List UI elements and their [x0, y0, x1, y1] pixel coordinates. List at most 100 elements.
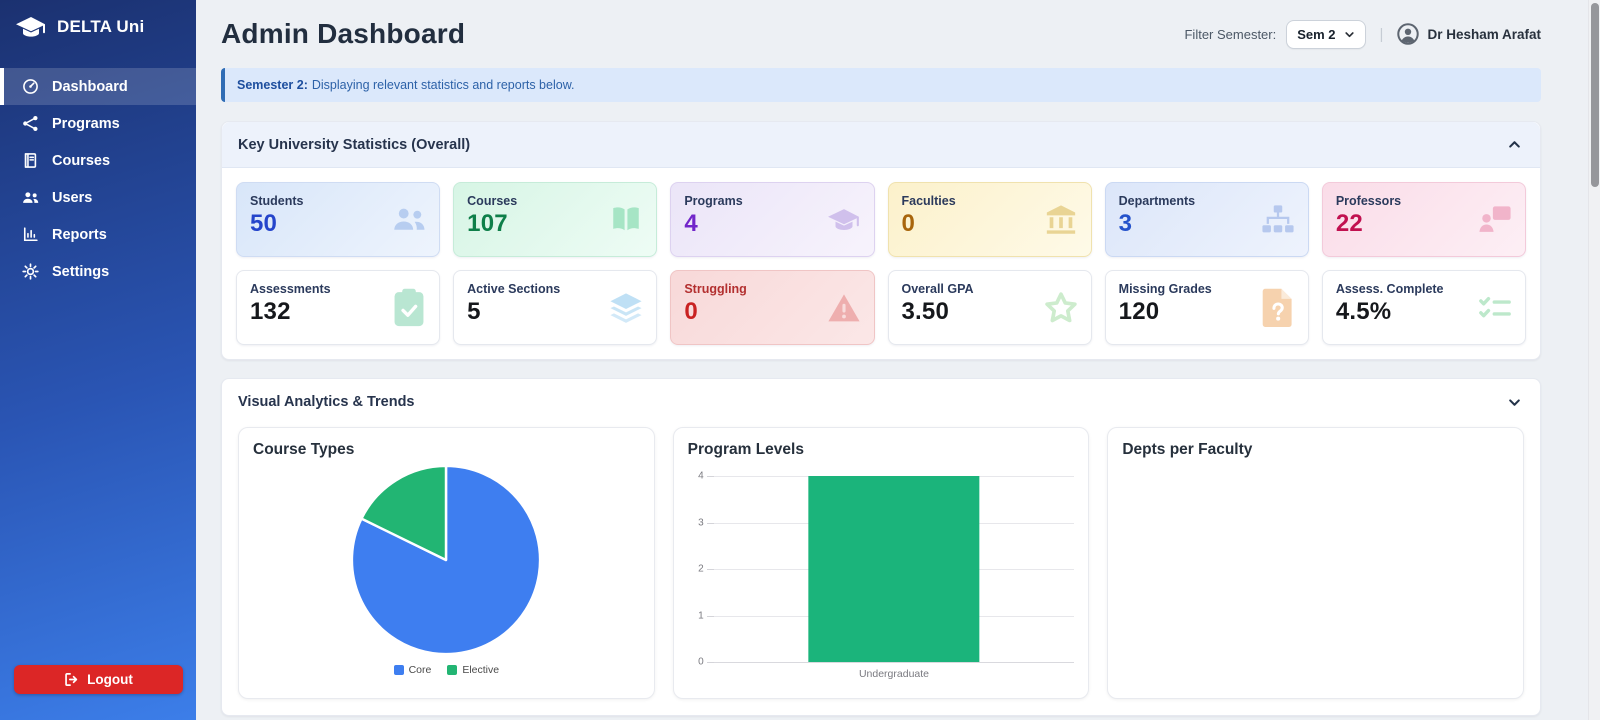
- logout-button[interactable]: Logout: [14, 665, 183, 694]
- book-icon: [22, 152, 39, 169]
- sidebar-item-programs[interactable]: Programs: [0, 105, 196, 142]
- bank-icon: [1044, 205, 1078, 235]
- stat-tile-professors: Professors22: [1322, 182, 1526, 257]
- semester-select-value: Sem 2: [1297, 27, 1335, 42]
- stat-tile-assessments: Assessments132: [236, 270, 440, 345]
- clipboard-check-icon: [392, 293, 426, 323]
- user-chip[interactable]: Dr Hesham Arafat: [1397, 23, 1541, 45]
- banner-highlight: Semester 2:: [237, 78, 308, 92]
- users-icon: [22, 189, 39, 206]
- book-open-icon: [609, 205, 643, 235]
- user-name: Dr Hesham Arafat: [1427, 27, 1541, 42]
- page-title: Admin Dashboard: [221, 18, 465, 50]
- legend-label: Core: [409, 664, 432, 676]
- bar: [808, 476, 979, 662]
- users-icon: [392, 205, 426, 235]
- axis-tick: [707, 476, 714, 477]
- sidebar-item-settings[interactable]: Settings: [0, 253, 196, 290]
- legend-item[interactable]: Elective: [447, 664, 499, 676]
- graduation-cap-icon: [15, 15, 47, 39]
- sidebar-item-label: Reports: [52, 227, 107, 243]
- sidebar-item-label: Dashboard: [52, 79, 128, 95]
- stat-tile-struggling: Struggling0: [670, 270, 874, 345]
- layers-icon: [609, 293, 643, 323]
- brand-name: DELTA Uni: [57, 17, 144, 37]
- scrollbar-thumb[interactable]: [1591, 3, 1599, 187]
- stat-tile-missing-grades: Missing Grades120: [1105, 270, 1309, 345]
- legend-swatch-icon: [447, 665, 457, 675]
- sidebar-item-users[interactable]: Users: [0, 179, 196, 216]
- stat-tile-programs: Programs4: [670, 182, 874, 257]
- analytics-section-header[interactable]: Visual Analytics & Trends: [222, 379, 1540, 425]
- legend-label: Elective: [462, 664, 499, 676]
- chart-title: Depts per Faculty: [1122, 441, 1509, 459]
- brand-logo: DELTA Uni: [0, 0, 196, 52]
- gauge-icon: [22, 78, 39, 95]
- bar-chart-plot: 01234: [714, 476, 1075, 662]
- axis-tick: [707, 616, 714, 617]
- stat-tile-courses: Courses107: [453, 182, 657, 257]
- star-icon: [1044, 293, 1078, 323]
- axis-tick: [707, 569, 714, 570]
- stat-tile-assess-complete: Assess. Complete4.5%: [1322, 270, 1526, 345]
- semester-select[interactable]: Sem 2: [1286, 20, 1365, 49]
- filter-semester-label: Filter Semester:: [1184, 27, 1276, 42]
- sidebar-nav: Dashboard Programs Courses Users Reports Sett…: [0, 68, 196, 290]
- sidebar-item-label: Courses: [52, 153, 110, 169]
- teacher-icon: [1478, 205, 1512, 235]
- page-header: Admin Dashboard Filter Semester: Sem 2 |…: [221, 0, 1541, 68]
- chart-legend: Core Elective: [253, 664, 640, 676]
- sidebar: DELTA Uni Dashboard Programs Courses Users R…: [0, 0, 196, 720]
- stats-section-header[interactable]: Key University Statistics (Overall): [222, 122, 1540, 168]
- sidebar-item-reports[interactable]: Reports: [0, 216, 196, 253]
- chart-title: Program Levels: [688, 441, 1075, 459]
- stat-tile-faculties: Faculties0: [888, 182, 1092, 257]
- axis-tick-label: 3: [686, 517, 704, 528]
- stat-tiles-grid: Students50Courses107Programs4Faculties0D…: [222, 168, 1540, 359]
- logout-icon: [64, 672, 79, 687]
- chart-icon: [22, 226, 39, 243]
- axis-tick-label: 4: [686, 471, 704, 482]
- file-question-icon: [1261, 293, 1295, 323]
- sidebar-item-courses[interactable]: Courses: [0, 142, 196, 179]
- avatar-icon: [1397, 23, 1419, 45]
- collapse-analytics-button[interactable]: [1505, 393, 1524, 412]
- share-nodes-icon: [22, 115, 39, 132]
- chart-title: Course Types: [253, 441, 640, 459]
- chevron-down-icon: [1344, 29, 1355, 40]
- header-controls: Filter Semester: Sem 2 | Dr Hesham Arafa…: [1184, 20, 1541, 49]
- chart-card-course-types: Course Types Core Elective: [238, 427, 655, 699]
- legend-swatch-icon: [394, 665, 404, 675]
- gear-icon: [22, 263, 39, 280]
- legend-item[interactable]: Core: [394, 664, 432, 676]
- sidebar-item-dashboard[interactable]: Dashboard: [0, 68, 196, 105]
- charts-grid: Course Types Core Elective Program Levels 01…: [222, 425, 1540, 715]
- chart-card-program-levels: Program Levels 01234 Undergraduate: [673, 427, 1090, 699]
- chevron-up-icon: [1507, 137, 1522, 152]
- sidebar-item-label: Settings: [52, 264, 109, 280]
- analytics-section-title: Visual Analytics & Trends: [238, 394, 415, 410]
- collapse-stats-button[interactable]: [1505, 135, 1524, 154]
- analytics-section: Visual Analytics & Trends Course TypesCo…: [221, 378, 1541, 716]
- stat-tile-active-sections: Active Sections5: [453, 270, 657, 345]
- stat-tile-overall-gpa: Overall GPA3.50: [888, 270, 1092, 345]
- sidebar-item-label: Programs: [52, 116, 120, 132]
- pie-chart: [253, 462, 640, 658]
- sidebar-item-label: Users: [52, 190, 92, 206]
- page-scrollbar[interactable]: [1588, 0, 1600, 720]
- chart-card-depts-per-faculty: Depts per Faculty: [1107, 427, 1524, 699]
- stat-tile-departments: Departments3: [1105, 182, 1309, 257]
- axis-tick: [707, 662, 714, 663]
- chevron-down-icon: [1507, 395, 1522, 410]
- sitemap-icon: [1261, 205, 1295, 235]
- banner-text: Displaying relevant statistics and repor…: [312, 78, 575, 92]
- axis-tick-label: 0: [686, 657, 704, 668]
- main-content: Admin Dashboard Filter Semester: Sem 2 |…: [221, 0, 1541, 720]
- axis-tick-label: 2: [686, 564, 704, 575]
- graduation-cap-icon: [827, 205, 861, 235]
- stats-section-title: Key University Statistics (Overall): [238, 137, 470, 153]
- checklist-icon: [1478, 293, 1512, 323]
- logout-label: Logout: [87, 672, 133, 687]
- header-divider: |: [1380, 26, 1384, 43]
- x-axis-category-label: Undergraduate: [714, 668, 1075, 680]
